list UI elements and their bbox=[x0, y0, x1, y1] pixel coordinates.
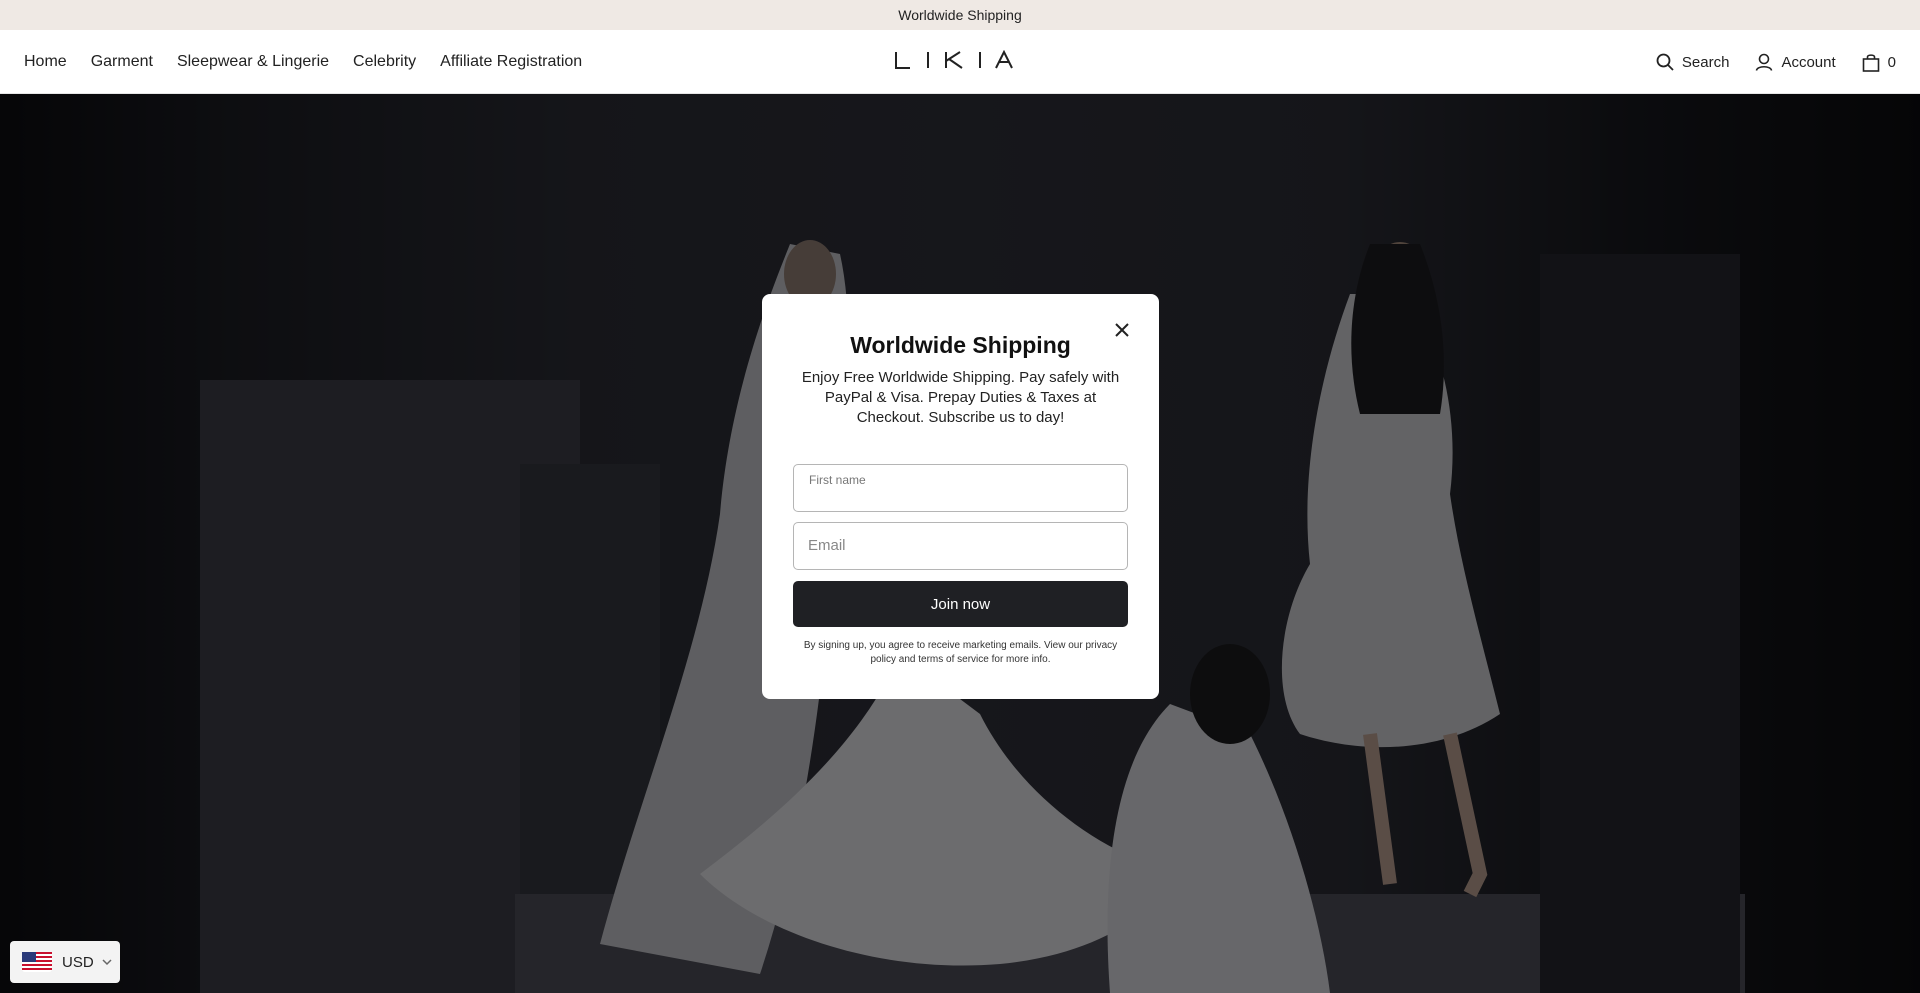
account-icon bbox=[1756, 53, 1773, 71]
cart-icon bbox=[1862, 53, 1879, 72]
search-icon bbox=[1656, 53, 1674, 71]
first-name-label: First name bbox=[809, 473, 866, 487]
modal-description: Enjoy Free Worldwide Shipping. Pay safel… bbox=[801, 369, 1120, 426]
close-icon[interactable] bbox=[1113, 321, 1131, 339]
email-input[interactable] bbox=[808, 537, 1108, 554]
join-now-button[interactable]: Join now bbox=[793, 581, 1128, 627]
nav-item-affiliate-registration[interactable]: Affiliate Registration bbox=[440, 53, 582, 71]
search-label: Search bbox=[1681, 53, 1730, 71]
search-button[interactable]: Search bbox=[1656, 53, 1730, 71]
site-header: Home Garment Sleepwear & Lingerie Celebr… bbox=[0, 30, 1920, 94]
legal-text: By signing up, you agree to receive mark… bbox=[803, 640, 1118, 665]
nav-item-celebrity[interactable]: Celebrity bbox=[353, 53, 416, 71]
currency-selector[interactable]: USD bbox=[10, 941, 120, 983]
cart-button[interactable]: 0 bbox=[1862, 53, 1896, 72]
currency-code: USD bbox=[62, 953, 94, 971]
account-label: Account bbox=[1781, 53, 1836, 71]
account-button[interactable]: Account bbox=[1755, 53, 1836, 71]
first-name-field[interactable]: First name bbox=[793, 464, 1128, 512]
newsletter-modal: Worldwide Shipping Enjoy Free Worldwide … bbox=[762, 294, 1159, 699]
site-logo[interactable] bbox=[894, 50, 1014, 70]
header-actions: Search Account 0 bbox=[1630, 30, 1896, 94]
nav-item-garment[interactable]: Garment bbox=[91, 53, 153, 71]
first-name-input[interactable] bbox=[808, 488, 1108, 505]
main-nav: Home Garment Sleepwear & Lingerie Celebr… bbox=[24, 30, 606, 94]
nav-item-sleepwear-lingerie[interactable]: Sleepwear & Lingerie bbox=[177, 53, 329, 71]
nav-item-home[interactable]: Home bbox=[24, 53, 67, 71]
cart-count: 0 bbox=[1887, 53, 1896, 71]
email-field[interactable] bbox=[793, 522, 1128, 570]
us-flag-icon bbox=[22, 952, 52, 972]
modal-title: Worldwide Shipping bbox=[850, 332, 1071, 358]
chevron-down-icon bbox=[102, 959, 112, 966]
announcement-text: Worldwide Shipping bbox=[898, 7, 1022, 23]
announcement-bar: Worldwide Shipping bbox=[0, 0, 1920, 30]
